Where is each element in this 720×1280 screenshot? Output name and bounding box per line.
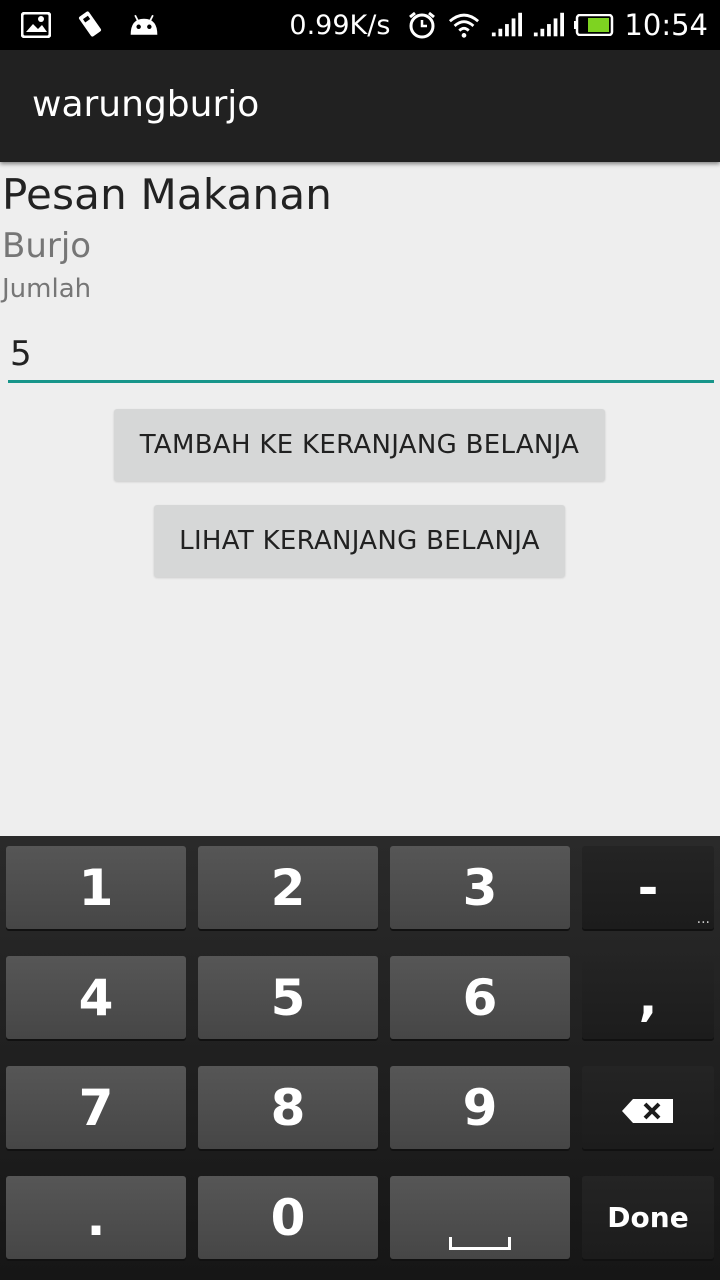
- numeric-keyboard: 1 2 3 - ... 4 5 6 , 7 8 9 . 0 Done: [0, 836, 720, 1280]
- wifi-icon: [448, 10, 480, 40]
- quantity-label: Jumlah: [2, 274, 92, 304]
- signal-2-icon: [532, 10, 565, 40]
- item-name: Burjo: [2, 226, 92, 266]
- page-title: Pesan Makanan: [2, 170, 333, 219]
- net-speed: 0.99K/s: [289, 9, 391, 41]
- key-backspace[interactable]: [582, 1066, 714, 1149]
- key-period[interactable]: .: [6, 1176, 186, 1259]
- battery-icon: [574, 10, 614, 40]
- view-cart-button[interactable]: LIHAT KERANJANG BELANJA: [154, 505, 565, 577]
- key-done[interactable]: Done: [582, 1176, 714, 1259]
- key-7[interactable]: 7: [6, 1066, 186, 1149]
- key-comma[interactable]: ,: [582, 956, 714, 1039]
- signal-1-icon: [490, 10, 523, 40]
- app-title: warungburjo: [32, 84, 260, 125]
- add-to-cart-button[interactable]: TAMBAH KE KERANJANG BELANJA: [114, 409, 605, 481]
- key-1[interactable]: 1: [6, 846, 186, 929]
- key-0[interactable]: 0: [198, 1176, 378, 1259]
- gallery-icon: [20, 10, 52, 40]
- key-9[interactable]: 9: [390, 1066, 570, 1149]
- sim-tools-icon: [74, 10, 106, 40]
- key-minus[interactable]: - ...: [582, 846, 714, 929]
- key-minus-label: -: [637, 858, 659, 917]
- alarm-icon: [406, 10, 438, 40]
- key-3[interactable]: 3: [390, 846, 570, 929]
- key-2[interactable]: 2: [198, 846, 378, 929]
- space-icon: [449, 1237, 511, 1250]
- key-6[interactable]: 6: [390, 956, 570, 1039]
- key-5[interactable]: 5: [198, 956, 378, 1039]
- status-bar-right: 0.99K/s 10:54: [289, 0, 708, 50]
- quantity-input[interactable]: [8, 328, 714, 383]
- android-icon: [128, 10, 160, 40]
- key-space[interactable]: [390, 1176, 570, 1259]
- backspace-icon: [621, 1079, 675, 1137]
- status-bar: 0.99K/s 10:54: [0, 0, 720, 50]
- action-bar: warungburjo: [0, 50, 720, 162]
- key-4[interactable]: 4: [6, 956, 186, 1039]
- status-bar-left-icons: [20, 10, 160, 40]
- key-minus-extra: ...: [696, 911, 710, 927]
- key-8[interactable]: 8: [198, 1066, 378, 1149]
- status-time: 10:54: [624, 8, 708, 42]
